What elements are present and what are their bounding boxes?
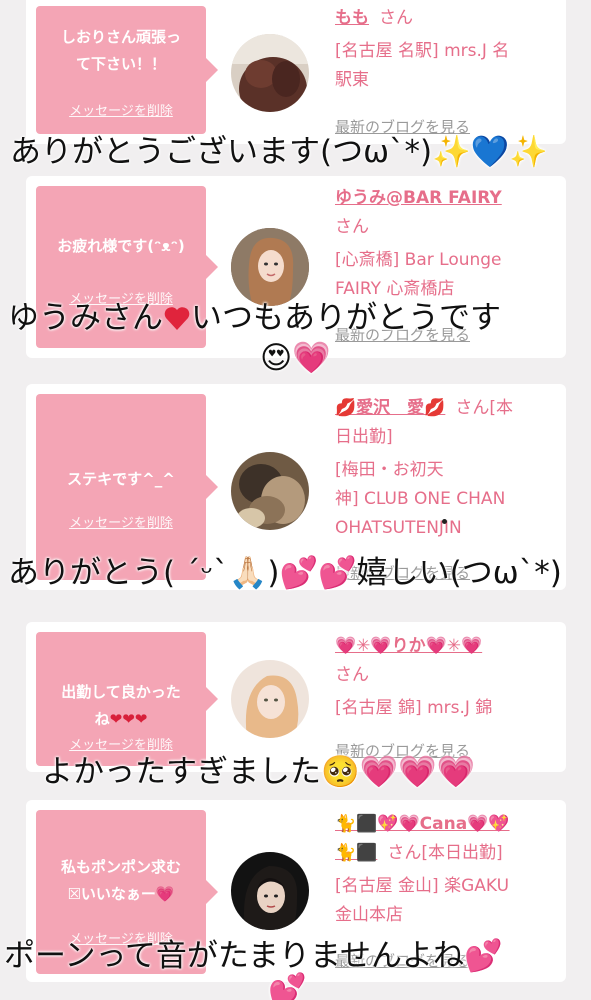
shop-info: [梅田・お初天 神] CLUB ONE CHAN OHATSUTENJIN: [335, 456, 560, 543]
sender-info: ゆうみ@BAR FAIRY さん [心斎橋] Bar Lounge FAIRY …: [335, 184, 560, 304]
message-text: 出勤して良かった ね❤❤❤: [42, 652, 200, 733]
honorific: 日出勤]: [335, 427, 393, 447]
shop-line: [名古屋 錦] mrs.J 錦: [335, 698, 493, 718]
overlay-caption: ありがとうございます(つω`*)✨💙✨: [10, 132, 591, 172]
sender-info: 🐈⬛💖💗Cana💗💖 🐈⬛ さん[本日出勤] [名古屋 金山] 楽GAKU 金山本…: [335, 810, 560, 930]
avatar[interactable]: [231, 852, 309, 930]
sender-name-link[interactable]: 💋愛沢 愛💋: [335, 398, 445, 418]
delete-message-link[interactable]: メッセージを削除: [36, 100, 206, 119]
shop-line: 駅東: [335, 70, 369, 90]
sender-name-line: さん: [335, 661, 560, 690]
caption-emoji: 💕: [268, 972, 307, 1000]
sender-name-line: 🐈⬛💖💗Cana💗💖: [335, 810, 560, 839]
sender-name-line: 🐈⬛ さん[本日出勤]: [335, 839, 560, 868]
sender-name-line: 日出勤]: [335, 423, 560, 452]
message-bubble: 出勤して良かった ね❤❤❤ メッセージを削除: [36, 632, 218, 766]
shop-info: [心斎橋] Bar Lounge FAIRY 心斎橋店: [335, 246, 560, 304]
sender-name-link[interactable]: 🐈⬛💖💗Cana💗💖: [335, 814, 510, 834]
sender-name-line: もも さん: [335, 4, 560, 33]
caption-text: ありがとうございます(つω`*)✨💙✨: [10, 134, 548, 170]
message-text: 私もポンポン求む ☒いいなぁー💗: [60, 858, 181, 903]
delete-message-link[interactable]: メッセージを削除: [36, 734, 206, 753]
sender-name-link[interactable]: もも: [335, 8, 369, 28]
overlay-caption: 😍💗: [0, 338, 591, 378]
heart-icons: ❤❤❤: [109, 710, 148, 728]
shop-line: 神] CLUB ONE CHAN: [335, 489, 506, 509]
sender-name-link[interactable]: 🐈⬛: [335, 843, 377, 863]
sender-name-line: 💋愛沢 愛💋 さん[本: [335, 394, 560, 423]
caption-text: よかったすぎました🥺💗💗💗: [42, 754, 476, 790]
caption-text: ありがとう( ˊᵕˋ🙏🏻)💕💕嬉しい(つω`*): [8, 555, 562, 591]
overlay-caption: ゆうみさん いつもありがとうです: [8, 298, 591, 338]
caption-text: いつもありがとうです: [191, 300, 501, 336]
sender-info: もも さん [名古屋 名駅] mrs.J 名 駅東: [335, 4, 560, 95]
message-bubble: しおりさん頑張っ て下さい！！ メッセージを削除: [36, 6, 218, 134]
message-card: しおりさん頑張っ て下さい！！ メッセージを削除 もも さん [名古屋 名駅] m…: [26, 0, 566, 144]
touch-indicator: [442, 519, 447, 524]
sender-name-link[interactable]: 💗✳💗りか💗✳💗: [335, 636, 482, 656]
message-text: ステキです^_^: [67, 470, 175, 488]
overlay-caption: 💕: [268, 970, 328, 1000]
honorific: さん: [379, 8, 413, 28]
honorific: さん[本: [455, 398, 513, 418]
caption-emoji: 😍💗: [260, 340, 331, 376]
message-text: お疲れ様です(ᵔᴥᵔ): [57, 237, 185, 255]
shop-line: [名古屋 名駅] mrs.J 名: [335, 41, 510, 61]
sender-info: 💋愛沢 愛💋 さん[本 日出勤] [梅田・お初天 神] CLUB ONE CHAN…: [335, 394, 560, 543]
overlay-caption: ありがとう( ˊᵕˋ🙏🏻)💕💕嬉しい(つω`*): [8, 553, 591, 593]
shop-info: [名古屋 錦] mrs.J 錦: [335, 694, 560, 723]
sender-name-line: 💗✳💗りか💗✳💗: [335, 632, 560, 661]
honorific: さん[本日出勤]: [387, 843, 503, 863]
sender-info: 💗✳💗りか💗✳💗 さん [名古屋 錦] mrs.J 錦: [335, 632, 560, 723]
avatar[interactable]: [231, 228, 309, 306]
shop-info: [名古屋 金山] 楽GAKU 金山本店: [335, 872, 560, 930]
avatar[interactable]: [231, 660, 309, 738]
shop-line: 金山本店: [335, 905, 403, 925]
caption-text: ゆうみさん: [8, 300, 163, 336]
honorific: さん: [335, 217, 369, 237]
sender-name-link[interactable]: ゆうみ@BAR FAIRY: [335, 188, 502, 208]
caption-text: ポーンって音がたまりませんよね💕: [4, 938, 503, 974]
message-card: 出勤して良かった ね❤❤❤ メッセージを削除 💗✳💗りか💗✳💗 さん [名古屋 …: [26, 622, 566, 772]
overlay-caption: よかったすぎました🥺💗💗💗: [42, 752, 591, 792]
honorific: さん: [335, 665, 369, 685]
avatar[interactable]: [231, 34, 309, 112]
shop-line: [梅田・お初天: [335, 460, 444, 480]
shop-info: [名古屋 名駅] mrs.J 名 駅東: [335, 37, 560, 95]
avatar[interactable]: [231, 452, 309, 530]
delete-message-link[interactable]: メッセージを削除: [36, 512, 206, 531]
sender-name-line: さん: [335, 213, 560, 242]
message-text: しおりさん頑張っ て下さい！！: [60, 28, 181, 73]
shop-line: [心斎橋] Bar Lounge: [335, 250, 502, 270]
red-heart-icon: [164, 307, 190, 330]
shop-line: [名古屋 金山] 楽GAKU: [335, 876, 510, 896]
shop-line: OHATSUTENJIN: [335, 518, 462, 538]
sender-name-line: ゆうみ@BAR FAIRY: [335, 184, 560, 213]
